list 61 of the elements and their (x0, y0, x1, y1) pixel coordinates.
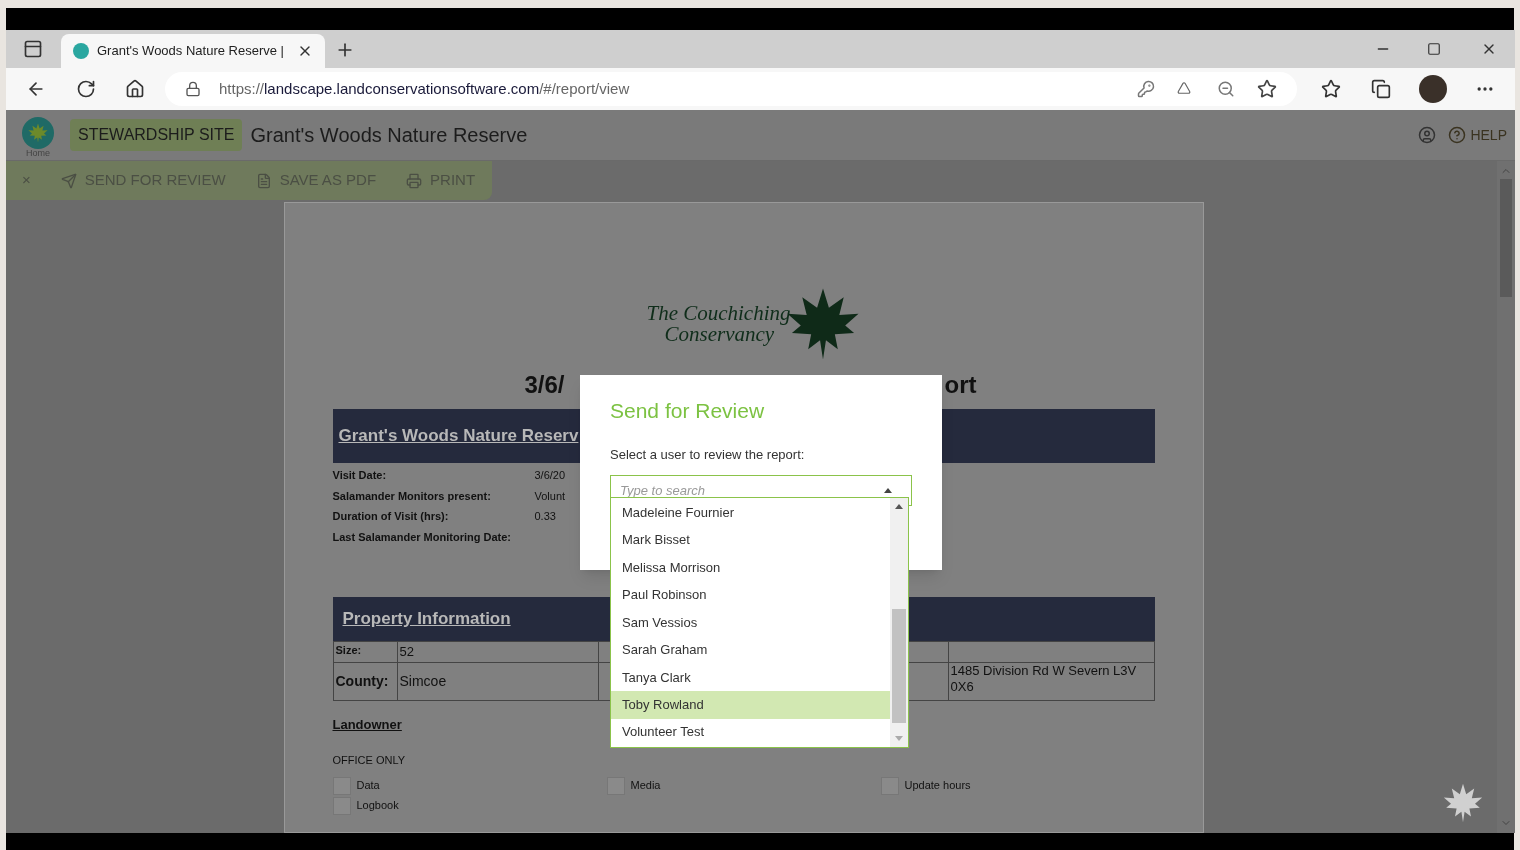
section-heading-link[interactable]: Property Information (342, 606, 511, 632)
report-title: 3/6/ (524, 370, 565, 400)
scroll-thumb[interactable] (892, 609, 906, 723)
landowner-link[interactable]: Landowner (332, 714, 402, 734)
field-label: Last Salamander Monitoring Date: (332, 529, 512, 545)
site-type-badge: STEWARDSHIP SITE (70, 119, 243, 151)
table-cell: 1485 Division Rd W Severn L3V 0X6 (948, 662, 1155, 701)
home-icon[interactable] (125, 79, 145, 99)
favicon-icon (73, 43, 89, 59)
browser-tab[interactable]: Grant's Woods Nature Reserve | (61, 34, 325, 68)
user-option[interactable]: Mark Bisset (611, 526, 890, 554)
search-input[interactable]: Type to search (620, 480, 884, 501)
office-only-label: OFFICE ONLY (332, 753, 407, 768)
dialog-title: Send for Review (610, 398, 766, 424)
document-icon (255, 172, 272, 189)
field-value: 0.33 (534, 509, 556, 524)
table-cell: County: (333, 662, 398, 701)
report-title: ort (944, 370, 977, 400)
field-label: Duration of Visit (hrs): (332, 509, 450, 524)
table-cell: 52 (397, 642, 599, 663)
paper-plane-icon (60, 172, 77, 189)
field-label: Visit Date: (332, 468, 388, 483)
help-icon (1448, 126, 1467, 144)
user-option[interactable]: Melissa Morrison (611, 553, 890, 582)
checkbox-option[interactable]: Data (332, 776, 607, 795)
user-option[interactable]: Volunteer Test (611, 718, 890, 746)
favorites-star-icon[interactable] (1321, 79, 1341, 99)
site-name: Grant's Woods Nature Reserve (250, 123, 528, 148)
user-option[interactable]: Paul Robinson (611, 581, 890, 609)
field-label: Salamander Monitors present: (332, 488, 492, 504)
user-option[interactable]: Toby Rowland (611, 691, 890, 719)
user-icon[interactable] (1418, 126, 1437, 144)
checkbox-option[interactable]: Update hours (880, 776, 1155, 795)
printer-icon (406, 172, 423, 189)
table-cell: Size: (333, 642, 398, 663)
field-value: 3/6/20 (534, 468, 566, 483)
tab-panel-icon[interactable] (23, 39, 43, 59)
reload-icon[interactable] (76, 79, 96, 99)
url-text: https://landscape.landconservationsoftware.com/#/report/view (219, 78, 630, 99)
site-band-link[interactable]: Grant's Woods Nature Reserv (338, 423, 579, 449)
profile-avatar[interactable] (1419, 75, 1447, 103)
zoom-out-icon[interactable] (1217, 80, 1235, 98)
favorite-star-icon[interactable] (1257, 79, 1277, 99)
field-value: Volunt (534, 488, 566, 504)
dialog-prompt: Select a user to review the report: (610, 445, 806, 464)
user-option[interactable]: Tanya Clark (611, 663, 890, 692)
user-option[interactable]: Sarah Graham (611, 636, 890, 664)
scroll-up-icon[interactable] (895, 504, 903, 509)
table-cell: Simcoe (397, 662, 599, 701)
address-bar[interactable]: https://landscape.landconservationsoftware.com/#/report/view (165, 72, 1297, 106)
collections-icon[interactable] (1371, 79, 1391, 99)
user-option[interactable]: Sam Vessios (611, 608, 890, 637)
scrollbar[interactable] (1497, 161, 1515, 833)
list-scrollbar[interactable] (890, 498, 908, 747)
restore-icon[interactable] (1427, 42, 1441, 56)
checkbox-option[interactable]: Logbook (332, 796, 607, 815)
checkbox-option[interactable]: Media (606, 776, 881, 795)
key-icon[interactable] (1137, 80, 1155, 98)
organization-logo-text: The Couchiching Conservancy (646, 303, 791, 345)
lock-icon (185, 81, 201, 97)
tab-title: Grant's Woods Nature Reserve | (97, 42, 285, 61)
